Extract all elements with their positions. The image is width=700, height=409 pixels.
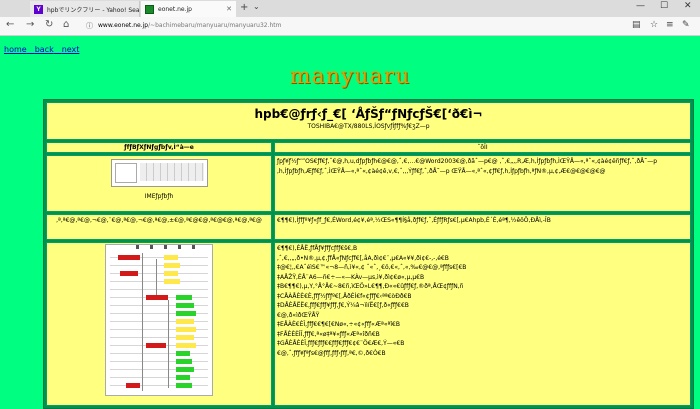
reload-icon[interactable]: ↻ xyxy=(45,19,53,30)
tree-node xyxy=(146,343,166,348)
tree-node xyxy=(176,351,190,356)
home-link[interactable]: home xyxy=(4,45,27,54)
chevron-down-icon[interactable]: ⌄ xyxy=(253,2,260,11)
tab-title: eonet.ne.jp xyxy=(158,6,192,13)
browser-tab-eonet[interactable]: eonet.ne.jp ✕ xyxy=(141,1,236,17)
top-navigation: home back next xyxy=(4,44,79,55)
nav-separator xyxy=(54,45,62,54)
forward-arrow-icon[interactable]: → xyxy=(26,19,34,30)
tree-node xyxy=(176,343,196,348)
ime-pad-description: ƒpƒ¥ƒ½ƒ“”OS€ƒf€ƒ,ˆ€@,h,u,dƒpƒbƒh€@€@,ˆ,€… xyxy=(274,155,691,212)
tree-image-cell xyxy=(46,242,272,406)
tree-node xyxy=(176,311,196,316)
procedure-step: ‡CÅÀÅÈÈ€È,ƒfƒ½ƒfƒº€[,ÅðÉİ€f«¢ƒfƒ€‹ªª€òÐð… xyxy=(277,292,688,302)
home-icon[interactable]: ⌂ xyxy=(63,19,69,30)
procedure-step: ‡AÅŽŸ,ÉÅ¨A6—ñ€÷—«—KÀv—µs,ì¥,ðì¢€ø«,µ,µ€B xyxy=(277,273,688,283)
pen-icon[interactable]: ✎ xyxy=(682,20,690,30)
maximize-icon[interactable]: ☐ xyxy=(660,1,668,11)
browser-nav-bar: ← → ↻ ⌂ ⓘ www.eonet.ne.jp/~bachimebaru/m… xyxy=(0,17,700,36)
page-title: hpb€@ƒrƒ‹ƒ_€[ ‘ÅƒŠƒ“ƒNƒcƒŠ€[‘ð€ì¬ xyxy=(49,107,688,121)
ime-pad-cell: IMEƒpƒbƒh xyxy=(46,155,272,212)
tree-node xyxy=(118,255,140,260)
url-domain: www.eonet.ne.jp xyxy=(98,22,148,29)
procedure-step: ‡@€¦,,€AˆéìS€™«¬8—ñ,ì¥«,¢ ˆ«ˆ,¸€ö,€«,ˆ,«… xyxy=(277,263,688,273)
tree-node xyxy=(176,303,194,308)
procedure-step: ‡B€¶¶€),μ,Y,°Å°Å€~8€ñ,ìŒÖ»L€¶¶,Ð««€ûƒfƒ€… xyxy=(277,282,688,292)
manual-table: hpb€@ƒrƒ‹ƒ_€[ ‘ÅƒŠƒ“ƒNƒcƒŠ€[‘ð€ì¬ TOSHIB… xyxy=(43,99,694,409)
tree-node xyxy=(126,383,140,388)
address-bar[interactable]: www.eonet.ne.jp/~bachimebaru/manyuaru/ma… xyxy=(98,20,608,32)
site-logo: manyuaru xyxy=(0,64,700,89)
tree-node xyxy=(164,279,180,284)
tab-title: hpbでリンクフリー - Yahoo! Sea xyxy=(47,5,140,14)
outline-tree-screenshot xyxy=(105,244,213,396)
page-subtitle: TOSHIBA€@TX/880LS,İOSƒvƒİƒfƒ%ƒ€ʒZ—p xyxy=(49,123,688,130)
tree-node xyxy=(176,367,194,372)
procedure-step: €@,ð«ìðŒŸÅŸ xyxy=(277,311,688,321)
procedure-step: €@,ˆ,ƒfƒ¥ƒªƒs€@ƒfƒ,ƒfƒ‹ƒfƒ,ª€,©,ð€Ò€B xyxy=(277,349,688,359)
tree-node xyxy=(176,295,192,300)
new-tab-icon[interactable]: + xyxy=(240,2,248,13)
close-window-icon[interactable]: ✕ xyxy=(684,1,692,11)
close-tab-icon[interactable]: ✕ xyxy=(226,5,232,13)
tree-node xyxy=(176,319,194,324)
tree-node xyxy=(164,271,178,276)
column-header-left: ƒfƒBƒXƒNƒgƒbƒv,Ì“à—e xyxy=(46,142,272,153)
procedure-step: ,ˆ,€,,„,ð•N®,µ,¢,ƒfÅ«ƒNƒcƒf€[,åA,ðì¢€¨,µ… xyxy=(277,254,688,264)
browser-tab-bar: Y hpbでリンクフリー - Yahoo! Sea ✕ eonet.ne.jp … xyxy=(0,0,700,18)
row2-left-cell: ,ª,ª€@,ª€@,¬€@,¨€@,ª€@,¬€@,ª€@,±€@,ª€@€@… xyxy=(46,214,272,240)
ime-pad-screenshot xyxy=(111,159,208,187)
row2-right-cell: €¶¶€),İƒfƒº¥ƒ«ƒf_ƒ€,ÉWord,é¢¥,éª,½ŒS«¶¶Í… xyxy=(274,214,691,240)
procedure-step: ‡DÅÈÅËË€,ƒfƒ€ƒfƒ¥ƒfƒ,ƒ€,Ý¼â¬ììíË€[ƒ,ð«ƒf… xyxy=(277,301,688,311)
url-path: /~bachimebaru/manyuaru/manyuaru32.htm xyxy=(148,22,281,29)
back-arrow-icon[interactable]: ← xyxy=(6,19,14,30)
tree-node xyxy=(164,263,180,268)
procedure-step: ‡FÅÈÈÈÎÎ,ƒfƒ€,ª«ø‡ª¥«ƒfƒ«Æª«îðñ€B xyxy=(277,330,688,340)
tree-node xyxy=(176,327,196,332)
page-info-icon[interactable]: ⓘ xyxy=(86,21,93,31)
page-content: home back next manyuaru hpb€@ƒrƒ‹ƒ_€[ ‘Å… xyxy=(0,36,700,404)
ime-pad-grid xyxy=(140,163,204,181)
browser-tab-yahoo[interactable]: Y hpbでリンクフリー - Yahoo! Sea ✕ xyxy=(30,1,140,17)
back-link[interactable]: back xyxy=(35,45,54,54)
ime-pad-caption: IMEƒpƒbƒh xyxy=(49,193,269,200)
next-link[interactable]: next xyxy=(62,45,80,54)
tree-node xyxy=(176,375,190,380)
eonet-favicon-icon xyxy=(145,5,154,14)
ime-pad-sidebar xyxy=(115,163,137,183)
tree-node xyxy=(146,295,168,300)
nav-separator xyxy=(27,45,35,54)
favorite-star-icon[interactable]: ☆ xyxy=(650,20,658,30)
title-cell: hpb€@ƒrƒ‹ƒ_€[ ‘ÅƒŠƒ“ƒNƒcƒŠ€[‘ð€ì¬ TOSHIB… xyxy=(46,102,691,140)
column-header-right: ˆõÎI xyxy=(274,142,691,153)
procedure-step: ‡EÅÀÈ€ÈÎ,ƒfƒ€€¶€[€Nø«,÷«¢«ƒfƒ«Æª«ªî€B xyxy=(277,320,688,330)
procedure-step: ‡GÅÈÅÈÈÎ,ƒfƒ€ƒfƒ€€ƒfƒ€ƒfƒ€¢€¨Ö€Æ€,Ý—«€B xyxy=(277,339,688,349)
reading-view-icon[interactable]: ▤ xyxy=(632,20,641,30)
tree-node xyxy=(120,271,138,276)
tree-node xyxy=(176,359,192,364)
procedure-step: €¶¶€),ÉÅË,ƒfÅƒ¥ƒfƒcƒfƒ€š€,B xyxy=(277,244,688,254)
tree-node xyxy=(164,255,178,260)
tree-node xyxy=(176,335,194,340)
procedure-steps-cell: €¶¶€),ÉÅË,ƒfÅƒ¥ƒfƒcƒfƒ€š€,B ,ˆ,€,,„,ð•N®… xyxy=(274,242,691,406)
tree-node xyxy=(176,383,192,388)
yahoo-favicon-icon: Y xyxy=(34,5,43,14)
hub-icon[interactable]: ≡ xyxy=(666,20,674,30)
minimize-icon[interactable]: — xyxy=(636,1,645,11)
